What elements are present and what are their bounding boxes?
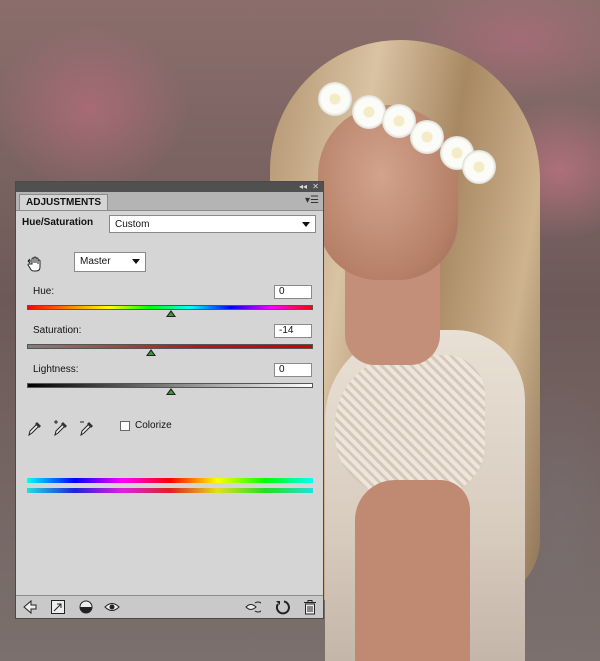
lightness-label: Lightness: <box>33 364 79 375</box>
view-previous-state-icon[interactable] <box>245 599 261 615</box>
saturation-input[interactable]: -14 <box>274 324 312 338</box>
flower <box>462 150 496 184</box>
flower <box>352 95 386 129</box>
targeted-adjustment-hand-icon[interactable] <box>27 255 45 273</box>
saturation-slider-thumb[interactable] <box>146 349 156 356</box>
lightness-slider-thumb[interactable] <box>166 388 176 395</box>
panel-menu-icon[interactable]: ▾☰ <box>305 195 319 207</box>
close-icon[interactable]: ✕ <box>312 182 319 192</box>
saturation-slider-track[interactable] <box>27 344 313 349</box>
eyedropper-add-icon[interactable] <box>53 419 69 437</box>
expanded-view-icon[interactable] <box>50 599 66 615</box>
arm <box>355 480 470 661</box>
hue-label: Hue: <box>33 286 55 297</box>
collapse-icon[interactable]: ◂◂ <box>299 182 307 192</box>
eyedropper-subtract-icon[interactable] <box>79 419 95 437</box>
hue-slider-thumb[interactable] <box>166 310 176 317</box>
adjustment-name: Hue/Saturation <box>22 217 94 228</box>
lace-sleeve <box>335 355 485 495</box>
output-color-bar <box>27 488 313 493</box>
chevron-down-icon <box>302 222 310 227</box>
colorize-checkbox[interactable] <box>120 421 130 431</box>
preset-dropdown[interactable]: Custom <box>109 215 316 233</box>
preset-value: Custom <box>115 219 150 230</box>
chevron-down-icon <box>132 259 140 264</box>
channel-value: Master <box>80 256 111 267</box>
flower <box>410 120 444 154</box>
visibility-eye-icon[interactable] <box>104 599 120 615</box>
tab-adjustments[interactable]: ADJUSTMENTS <box>19 194 109 210</box>
flower <box>318 82 352 116</box>
saturation-label: Saturation: <box>33 325 82 336</box>
adjustments-panel: ◂◂ ✕ ADJUSTMENTS ▾☰ Hue/Saturation Custo… <box>15 181 324 619</box>
reset-icon[interactable] <box>274 599 290 615</box>
return-to-list-icon[interactable] <box>22 599 38 615</box>
tab-row: ADJUSTMENTS ▾☰ <box>16 192 323 211</box>
hue-input[interactable]: 0 <box>274 285 312 299</box>
panel-bottom-toolbar <box>16 595 323 618</box>
delete-adjustment-icon[interactable] <box>302 599 318 615</box>
panel-title-bar[interactable]: ◂◂ ✕ <box>16 182 323 192</box>
eyedropper-icon[interactable] <box>27 419 43 437</box>
input-color-bar <box>27 478 313 483</box>
lightness-input[interactable]: 0 <box>274 363 312 377</box>
clip-to-layer-icon[interactable] <box>78 599 94 615</box>
channel-dropdown[interactable]: Master <box>74 252 146 272</box>
colorize-label: Colorize <box>135 420 172 431</box>
